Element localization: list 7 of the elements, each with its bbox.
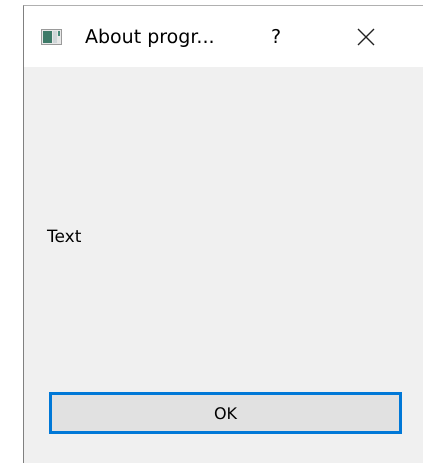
message-text: Text [47, 227, 82, 247]
window-icon [41, 28, 62, 44]
close-button[interactable] [357, 28, 376, 46]
ok-button[interactable]: OK [49, 392, 402, 434]
help-button[interactable]: ? [265, 26, 288, 48]
window-title: About progr... [85, 26, 216, 48]
close-icon [357, 28, 376, 46]
